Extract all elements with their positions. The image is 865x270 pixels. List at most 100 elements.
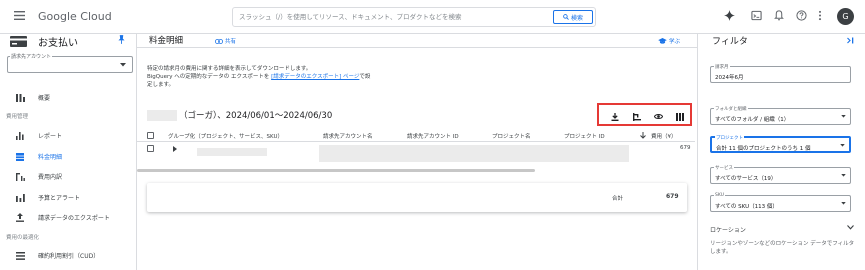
export-icon — [14, 213, 26, 222]
total-card: 合計 679 — [147, 183, 687, 212]
description-line: 特定の請求月の費用に関する詳細を表示してダウンロードします。 — [147, 66, 312, 72]
sort-descending-icon[interactable] — [640, 132, 646, 139]
page-description: 特定の請求月の費用に関する詳細を表示してダウンロードします。 BigQuery … — [147, 65, 417, 89]
pin-icon[interactable] — [118, 35, 125, 44]
expand-row-icon[interactable] — [173, 146, 177, 152]
sku-select[interactable]: SKU すべての SKU（113 個） — [710, 193, 851, 212]
learn-button[interactable]: 学ぶ — [658, 37, 680, 45]
search-button-label: 検索 — [570, 14, 583, 22]
row-cost-value: 679 — [680, 145, 691, 151]
report-title-text: （ゴーガ）、2024/06/01～2024/06/30 — [179, 111, 333, 121]
billing-card-icon — [10, 36, 27, 47]
column-header-project-id[interactable]: プロジェクト ID — [564, 132, 605, 140]
school-icon — [658, 38, 667, 44]
service-select[interactable]: サービス すべてのサービス（19） — [710, 165, 851, 184]
description-text: BigQuery への定期的なデータの エクスポートを — [147, 74, 272, 80]
row-checkbox[interactable] — [147, 145, 154, 152]
description-line: 定します。 — [147, 82, 174, 88]
project-label: プロジェクト — [715, 135, 744, 141]
dropdown-caret-icon — [841, 174, 846, 177]
total-value: 679 — [666, 193, 679, 200]
sku-label: SKU — [714, 193, 725, 198]
sidebar-item-label: 請求データのエクスポート — [38, 215, 110, 222]
learn-label: 学ぶ — [669, 39, 681, 45]
total-label: 合計 — [612, 196, 624, 202]
section-cost-management: 費用管理 — [6, 114, 29, 120]
project-value: 合計 11 個のプロジェクトのうち 1 個 — [716, 146, 811, 152]
column-header-project-name[interactable]: プロジェクト名 — [492, 132, 531, 140]
service-label: サービス — [714, 165, 734, 171]
column-header-billing-account-name[interactable]: 請求先アカウント名 — [323, 132, 373, 140]
invoice-month-value: 2024年6月 — [715, 75, 744, 81]
search-input[interactable] — [239, 10, 549, 24]
cud-icon — [14, 251, 26, 260]
horizontal-scrollbar[interactable] — [137, 169, 535, 172]
report-title: （ゴーガ）、2024/06/01～2024/06/30 — [147, 109, 332, 121]
search-icon — [563, 14, 569, 20]
redacted-account-cells — [319, 145, 629, 162]
overview-icon — [14, 93, 26, 102]
more-vert-icon[interactable] — [818, 10, 822, 21]
redacted-group-cell — [197, 148, 267, 156]
select-all-checkbox[interactable] — [147, 132, 154, 139]
search-bar: 検索 — [232, 7, 596, 27]
location-description: リージョンやゾーンなどのロケーション データでフィルタします。 — [710, 241, 855, 255]
hamburger-menu-icon[interactable] — [14, 11, 25, 20]
share-label: 共有 — [225, 39, 237, 45]
bar-chart-icon — [14, 131, 26, 140]
group-icon[interactable] — [633, 113, 641, 121]
sidebar-item-reports[interactable]: レポート — [0, 128, 136, 143]
column-header-billing-account-id[interactable]: 請求先アカウント ID — [407, 132, 459, 140]
table-row: 679 — [137, 142, 695, 162]
main-header: 料金明細 共有 学ぶ — [137, 34, 697, 48]
budget-icon — [14, 193, 26, 202]
share-button[interactable]: 共有 — [215, 37, 236, 45]
billing-sidebar: お支払い 請求先アカウント 概要 費用管理 レポート 料金明細 費用内訳 予算と… — [0, 34, 137, 270]
column-header-group[interactable]: グループ化（プロジェクト、サービス、SKU） — [168, 132, 283, 140]
description-line: BigQuery への定期的なデータの エクスポートを [請求データのエクスポー… — [147, 73, 417, 81]
sidebar-title: お支払い — [38, 38, 78, 49]
notifications-bell-icon[interactable] — [774, 10, 784, 21]
dropdown-caret-icon — [841, 202, 846, 205]
account-avatar[interactable]: G — [837, 8, 854, 25]
sidebar-item-label: 予算とアラート — [38, 195, 81, 202]
billing-export-link[interactable]: [請求データのエクスポート] ページ — [271, 74, 359, 80]
description-text: で設 — [359, 74, 371, 80]
sidebar-item-label: レポート — [38, 133, 63, 140]
gemini-sparkle-icon[interactable] — [724, 10, 735, 21]
filter-title: フィルタ — [712, 37, 748, 47]
dropdown-caret-icon — [841, 115, 846, 118]
sidebar-item-label: 概要 — [38, 95, 51, 102]
sidebar-item-label: 確約利用割引（CUD） — [38, 253, 100, 260]
sidebar-item-overview[interactable]: 概要 — [0, 90, 136, 105]
invoice-month-select[interactable]: 請求月 2024年6月 — [710, 64, 851, 83]
sidebar-item-cost-table[interactable]: 料金明細 — [0, 149, 136, 164]
sku-value: すべての SKU（113 個） — [715, 204, 778, 210]
main-content: 料金明細 共有 学ぶ 特定の請求月の費用に関する詳細を表示してダウンロードします… — [137, 34, 697, 270]
project-select[interactable]: プロジェクト 合計 11 個のプロジェクトのうち 1 個 — [710, 135, 851, 153]
page-title: 料金明細 — [149, 36, 184, 46]
column-header-cost[interactable]: 費用（¥） — [651, 132, 677, 140]
sidebar-item-cud[interactable]: 確約利用割引（CUD） — [0, 248, 136, 263]
dropdown-caret-icon — [120, 63, 126, 67]
cloud-shell-icon[interactable] — [751, 10, 762, 21]
columns-icon[interactable] — [676, 113, 684, 121]
sidebar-item-billing-export[interactable]: 請求データのエクスポート — [0, 210, 136, 225]
visibility-icon[interactable] — [654, 113, 663, 120]
redacted-account-name — [147, 109, 177, 121]
sidebar-item-budgets[interactable]: 予算とアラート — [0, 190, 136, 205]
download-icon[interactable] — [611, 113, 619, 121]
location-section-header[interactable]: ロケーション — [710, 225, 746, 234]
sidebar-item-label: 料金明細 — [38, 154, 63, 161]
table-icon — [14, 152, 26, 161]
folder-org-select[interactable]: フォルダと組織 すべてのフォルダ / 組織（1） — [710, 106, 851, 125]
expand-more-icon[interactable] — [847, 225, 854, 230]
sidebar-item-cost-breakdown[interactable]: 費用内訳 — [0, 169, 136, 184]
breakdown-icon — [14, 172, 26, 181]
billing-account-label: 請求先アカウント — [10, 53, 53, 60]
help-icon[interactable] — [796, 10, 807, 21]
sidebar-item-label: 費用内訳 — [38, 174, 63, 181]
google-cloud-logo[interactable]: Google Cloud — [38, 10, 112, 23]
collapse-panel-icon[interactable] — [847, 37, 854, 44]
search-button[interactable]: 検索 — [553, 10, 593, 24]
